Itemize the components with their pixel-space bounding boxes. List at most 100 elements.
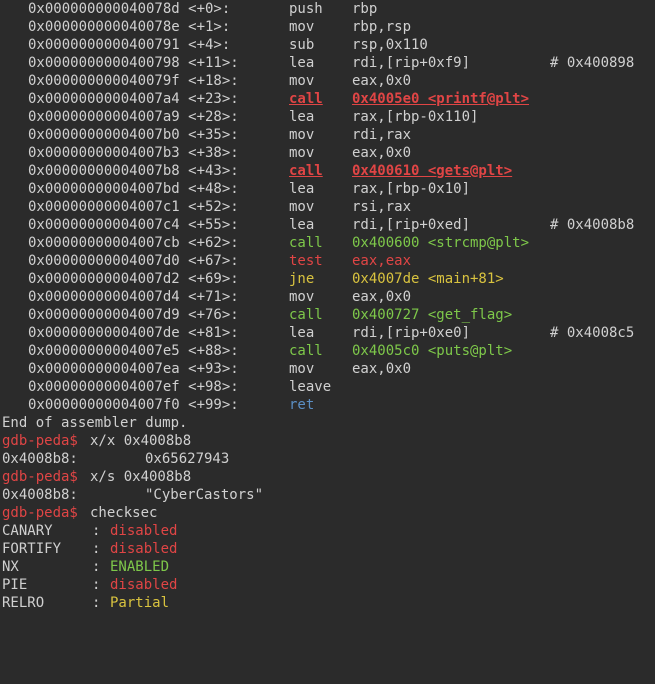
command-line: gdb-peda$ checksec xyxy=(0,504,157,522)
instruction-mnemonic: leave xyxy=(289,379,332,395)
instruction-operands: rdi,rax xyxy=(352,127,412,143)
disasm-row: 0x00000000004007b0 <+35>: mov rdi,rax xyxy=(0,126,411,144)
instruction-operands: rbp,rsp xyxy=(352,19,412,35)
instruction-address: 0x000000000040078d <+0>: xyxy=(28,1,231,17)
checksec-value: Partial xyxy=(110,595,170,611)
instruction-operands: 0x4007de <main+81> xyxy=(352,271,504,287)
checksec-value: disabled xyxy=(110,541,178,557)
disasm-row: 0x00000000004007f0 <+99>: ret xyxy=(0,396,314,414)
instruction-mnemonic: test xyxy=(289,253,323,269)
instruction-address: 0x00000000004007ef <+98>: xyxy=(28,379,239,395)
command-line: gdb-peda$ x/x 0x4008b8 xyxy=(0,432,191,450)
command-output: 0x4008b8: "CyberCastors" xyxy=(0,486,263,504)
checksec-value: ENABLED xyxy=(110,559,170,575)
instruction-address: 0x00000000004007a9 <+28>: xyxy=(28,109,239,125)
instruction-address: 0x00000000004007de <+81>: xyxy=(28,325,239,341)
checksec-separator: : xyxy=(92,559,101,575)
instruction-operands: rax,[rbp-0x110] xyxy=(352,109,479,125)
instruction-mnemonic: push xyxy=(289,1,323,17)
instruction-comment: # 0x400898 xyxy=(550,55,635,71)
instruction-address: 0x00000000004007cb <+62>: xyxy=(28,235,239,251)
gdb-prompt: gdb-peda$ xyxy=(2,433,78,449)
command-output: 0x4008b8: 0x65627943 xyxy=(0,450,229,468)
instruction-mnemonic: call xyxy=(289,235,323,251)
checksec-row: RELRO : Partial xyxy=(0,594,169,612)
disasm-row: 0x000000000040078d <+0>: push rbp xyxy=(0,0,377,18)
instruction-address: 0x00000000004007bd <+48>: xyxy=(28,181,239,197)
instruction-operands: 0x4005c0 <puts@plt> xyxy=(352,343,513,359)
disasm-row: 0x0000000000400798 <+11>: lea rdi,[rip+0… xyxy=(0,54,634,72)
instruction-comment: # 0x4008b8 xyxy=(550,217,635,233)
instruction-mnemonic: mov xyxy=(289,127,315,143)
checksec-value: disabled xyxy=(110,577,178,593)
instruction-operands: eax,eax xyxy=(352,253,412,269)
command-text: x/x 0x4008b8 xyxy=(90,433,192,449)
instruction-operands: rdi,[rip+0xe0] xyxy=(352,325,471,341)
checksec-name: NX xyxy=(2,559,19,575)
instruction-operands: rax,[rbp-0x10] xyxy=(352,181,471,197)
instruction-address: 0x00000000004007d0 <+67>: xyxy=(28,253,239,269)
instruction-operands: eax,0x0 xyxy=(352,289,412,305)
instruction-mnemonic: mov xyxy=(289,145,315,161)
disasm-row: 0x00000000004007d0 <+67>: test eax,eax xyxy=(0,252,411,270)
disasm-row: 0x0000000000400791 <+4>: sub rsp,0x110 xyxy=(0,36,428,54)
checksec-separator: : xyxy=(92,595,101,611)
disasm-row: 0x00000000004007cb <+62>: call 0x400600 … xyxy=(0,234,529,252)
instruction-address: 0x00000000004007f0 <+99>: xyxy=(28,397,239,413)
instruction-address: 0x00000000004007b8 <+43>: xyxy=(28,163,239,179)
instruction-address: 0x00000000004007c4 <+55>: xyxy=(28,217,239,233)
disasm-row: 0x00000000004007e5 <+88>: call 0x4005c0 … xyxy=(0,342,512,360)
instruction-mnemonic: mov xyxy=(289,361,315,377)
instruction-mnemonic: mov xyxy=(289,289,315,305)
terminal-window[interactable]: 0x000000000040078d <+0>: push rbp 0x0000… xyxy=(0,0,655,612)
instruction-mnemonic: lea xyxy=(289,181,315,197)
gdb-prompt: gdb-peda$ xyxy=(2,469,78,485)
instruction-address: 0x000000000040078e <+1>: xyxy=(28,19,231,35)
checksec-row: PIE : disabled xyxy=(0,576,177,594)
instruction-address: 0x00000000004007a4 <+23>: xyxy=(28,91,239,107)
command-text: checksec xyxy=(90,505,158,521)
instruction-operands: eax,0x0 xyxy=(352,361,412,377)
disasm-row: 0x000000000040078e <+1>: mov rbp,rsp xyxy=(0,18,411,36)
instruction-operands: rdi,[rip+0xf9] xyxy=(352,55,471,71)
checksec-separator: : xyxy=(92,577,101,593)
checksec-row: CANARY : disabled xyxy=(0,522,177,540)
instruction-mnemonic: lea xyxy=(289,109,315,125)
disasm-row: 0x00000000004007de <+81>: lea rdi,[rip+0… xyxy=(0,324,634,342)
checksec-separator: : xyxy=(92,523,101,539)
instruction-address: 0x00000000004007b0 <+35>: xyxy=(28,127,239,143)
instruction-address: 0x0000000000400798 <+11>: xyxy=(28,55,239,71)
instruction-mnemonic: call xyxy=(289,163,323,179)
instruction-operands: rbp xyxy=(352,1,378,17)
instruction-address: 0x00000000004007ea <+93>: xyxy=(28,361,239,377)
instruction-operands: 0x400600 <strcmp@plt> xyxy=(352,235,530,251)
instruction-mnemonic: mov xyxy=(289,73,315,89)
output-address: 0x4008b8: xyxy=(2,451,78,467)
instruction-mnemonic: jne xyxy=(289,271,315,287)
instruction-operands: 0x400727 <get_flag> xyxy=(352,307,513,323)
checksec-name: RELRO xyxy=(2,595,45,611)
instruction-operands: rdi,[rip+0xed] xyxy=(352,217,471,233)
disasm-row: 0x00000000004007b3 <+38>: mov eax,0x0 xyxy=(0,144,411,162)
instruction-address: 0x00000000004007d2 <+69>: xyxy=(28,271,239,287)
disasm-row-dangerous-call: 0x00000000004007b8 <+43>: call 0x400610 … xyxy=(0,162,512,180)
instruction-mnemonic: mov xyxy=(289,19,315,35)
disasm-row: 0x00000000004007ea <+93>: mov eax,0x0 xyxy=(0,360,411,378)
instruction-mnemonic: call xyxy=(289,91,323,107)
checksec-value: disabled xyxy=(110,523,178,539)
disasm-row: 0x00000000004007d2 <+69>: jne 0x4007de <… xyxy=(0,270,504,288)
output-value: "CyberCastors" xyxy=(145,487,264,503)
instruction-mnemonic: sub xyxy=(289,37,315,53)
checksec-row: FORTIFY : disabled xyxy=(0,540,177,558)
instruction-operands: rsp,0x110 xyxy=(352,37,428,53)
instruction-address: 0x00000000004007e5 <+88>: xyxy=(28,343,239,359)
instruction-address: 0x00000000004007b3 <+38>: xyxy=(28,145,239,161)
instruction-comment: # 0x4008c5 xyxy=(550,325,635,341)
checksec-separator: : xyxy=(92,541,101,557)
instruction-operands: rsi,rax xyxy=(352,199,412,215)
instruction-operands: eax,0x0 xyxy=(352,145,412,161)
disasm-row: 0x00000000004007a9 <+28>: lea rax,[rbp-0… xyxy=(0,108,478,126)
output-value: 0x65627943 xyxy=(145,451,230,467)
instruction-address: 0x00000000004007d9 <+76>: xyxy=(28,307,239,323)
instruction-address: 0x000000000040079f <+18>: xyxy=(28,73,239,89)
